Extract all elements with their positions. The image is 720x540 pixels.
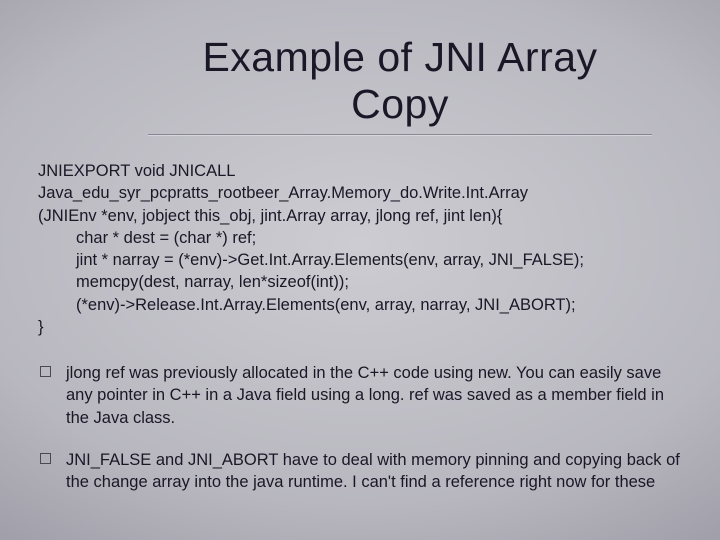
- slide: Example of JNI Array Copy JNIEXPORT void…: [0, 0, 720, 540]
- slide-title: Example of JNI Array Copy: [148, 34, 652, 128]
- code-line: jint * narray = (*env)->Get.Int.Array.El…: [38, 249, 682, 271]
- code-block: JNIEXPORT void JNICALL Java_edu_syr_pcpr…: [38, 160, 682, 338]
- bullet-list: jlong ref was previously allocated in th…: [38, 362, 682, 493]
- bullet-item: jlong ref was previously allocated in th…: [38, 362, 682, 429]
- code-line: (JNIEnv *env, jobject this_obj, jint.Arr…: [38, 205, 682, 227]
- code-line: char * dest = (char *) ref;: [38, 227, 682, 249]
- code-line: }: [38, 316, 682, 338]
- bullet-item: JNI_FALSE and JNI_ABORT have to deal wit…: [38, 449, 682, 494]
- title-divider: [148, 134, 652, 136]
- code-line: JNIEXPORT void JNICALL: [38, 160, 682, 182]
- code-line: Java_edu_syr_pcpratts_rootbeer_Array.Mem…: [38, 182, 682, 204]
- code-line: memcpy(dest, narray, len*sizeof(int));: [38, 271, 682, 293]
- code-line: (*env)->Release.Int.Array.Elements(env, …: [38, 294, 682, 316]
